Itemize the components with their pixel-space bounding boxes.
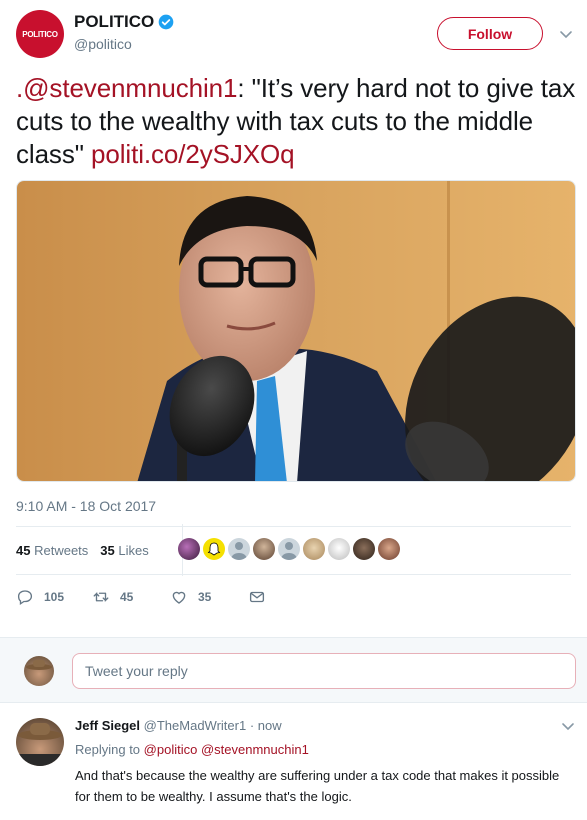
current-user-avatar[interactable]	[24, 656, 54, 686]
retweets-stat[interactable]: 45 Retweets	[16, 543, 88, 558]
liker-avatar[interactable]	[353, 538, 375, 560]
reply-composer: Tweet your reply	[0, 637, 587, 703]
replying-mention-politico[interactable]: @politico	[144, 742, 198, 757]
divider-bottom	[16, 574, 571, 575]
reply-text: And that's because the wealthy are suffe…	[75, 768, 560, 804]
politico-avatar[interactable]: POLITICO	[16, 10, 64, 58]
default-user-icon	[231, 542, 247, 560]
liker-avatar[interactable]	[178, 538, 200, 560]
like-action[interactable]: 35	[170, 588, 248, 606]
like-count: 35	[198, 590, 212, 604]
liker-avatar[interactable]	[203, 538, 225, 560]
author-name[interactable]: POLITICO	[74, 12, 154, 32]
likes-count: 35	[100, 542, 115, 558]
liker-avatar[interactable]	[278, 538, 300, 560]
replier-avatar[interactable]	[16, 718, 64, 766]
tweet-photo[interactable]	[16, 180, 576, 482]
replying-to: Replying to @politico @stevenmnuchin1	[75, 742, 309, 757]
retweets-label: Retweets	[34, 542, 89, 558]
author-block: POLITICO @politico	[74, 12, 174, 52]
reply-count: 105	[44, 590, 65, 604]
reply-action[interactable]: 105	[16, 588, 82, 606]
liker-avatar[interactable]	[253, 538, 275, 560]
likers-avatars	[178, 538, 400, 560]
retweet-count: 45	[120, 590, 134, 604]
retweet-icon	[93, 591, 109, 603]
ghost-icon	[207, 542, 221, 556]
verified-badge-icon	[158, 14, 174, 30]
reply-tweet[interactable]: Jeff Siegel @TheMadWriter1 · now Replyin…	[0, 704, 587, 820]
divider-top	[16, 526, 571, 527]
cowboy-hat-icon	[26, 660, 52, 670]
author-name-row[interactable]: POLITICO	[74, 12, 174, 32]
replying-mention-mnuchin[interactable]: @stevenmnuchin1	[201, 742, 309, 757]
tweet-timestamp[interactable]: 9:10 AM - 18 Oct 2017	[16, 498, 156, 514]
replier-name[interactable]: Jeff Siegel	[75, 718, 140, 733]
likes-label: Likes	[118, 542, 149, 558]
reply-time[interactable]: · now	[250, 718, 282, 733]
replier-header: Jeff Siegel @TheMadWriter1 · now	[75, 718, 282, 733]
chevron-down-icon[interactable]	[558, 26, 574, 42]
envelope-icon	[249, 591, 265, 603]
author-handle[interactable]: @politico	[74, 36, 174, 52]
reply-icon	[17, 590, 33, 606]
default-user-icon	[281, 542, 297, 560]
replier-handle[interactable]: @TheMadWriter1	[144, 718, 247, 733]
follow-button[interactable]: Follow	[437, 17, 543, 50]
liker-avatar[interactable]	[228, 538, 250, 560]
engagement-stats: 45 Retweets 35 Likes	[16, 524, 183, 576]
reply-input[interactable]: Tweet your reply	[72, 653, 576, 689]
tweet-link[interactable]: politi.co/2ySJXOq	[91, 139, 295, 169]
likes-stat[interactable]: 35 Likes	[100, 543, 148, 558]
chevron-down-icon[interactable]	[560, 718, 576, 734]
avatar-logo-text: POLITICO	[22, 29, 58, 39]
heart-icon	[172, 591, 186, 604]
photo-illustration	[17, 181, 575, 481]
mention-link[interactable]: .@stevenmnuchin1	[16, 73, 237, 103]
tweet-text: .@stevenmnuchin1: "It’s very hard not to…	[16, 72, 576, 171]
liker-avatar[interactable]	[328, 538, 350, 560]
tweet-actions: 105 45 35	[16, 588, 266, 606]
liker-avatar[interactable]	[303, 538, 325, 560]
retweet-action[interactable]: 45	[92, 588, 170, 606]
replying-label: Replying to	[75, 742, 144, 757]
tweet-header: POLITICO POLITICO @politico Follow	[0, 0, 587, 66]
retweets-count: 45	[16, 542, 31, 558]
direct-message-action[interactable]	[248, 588, 266, 606]
liker-avatar[interactable]	[378, 538, 400, 560]
cowboy-hat-icon	[16, 723, 64, 766]
